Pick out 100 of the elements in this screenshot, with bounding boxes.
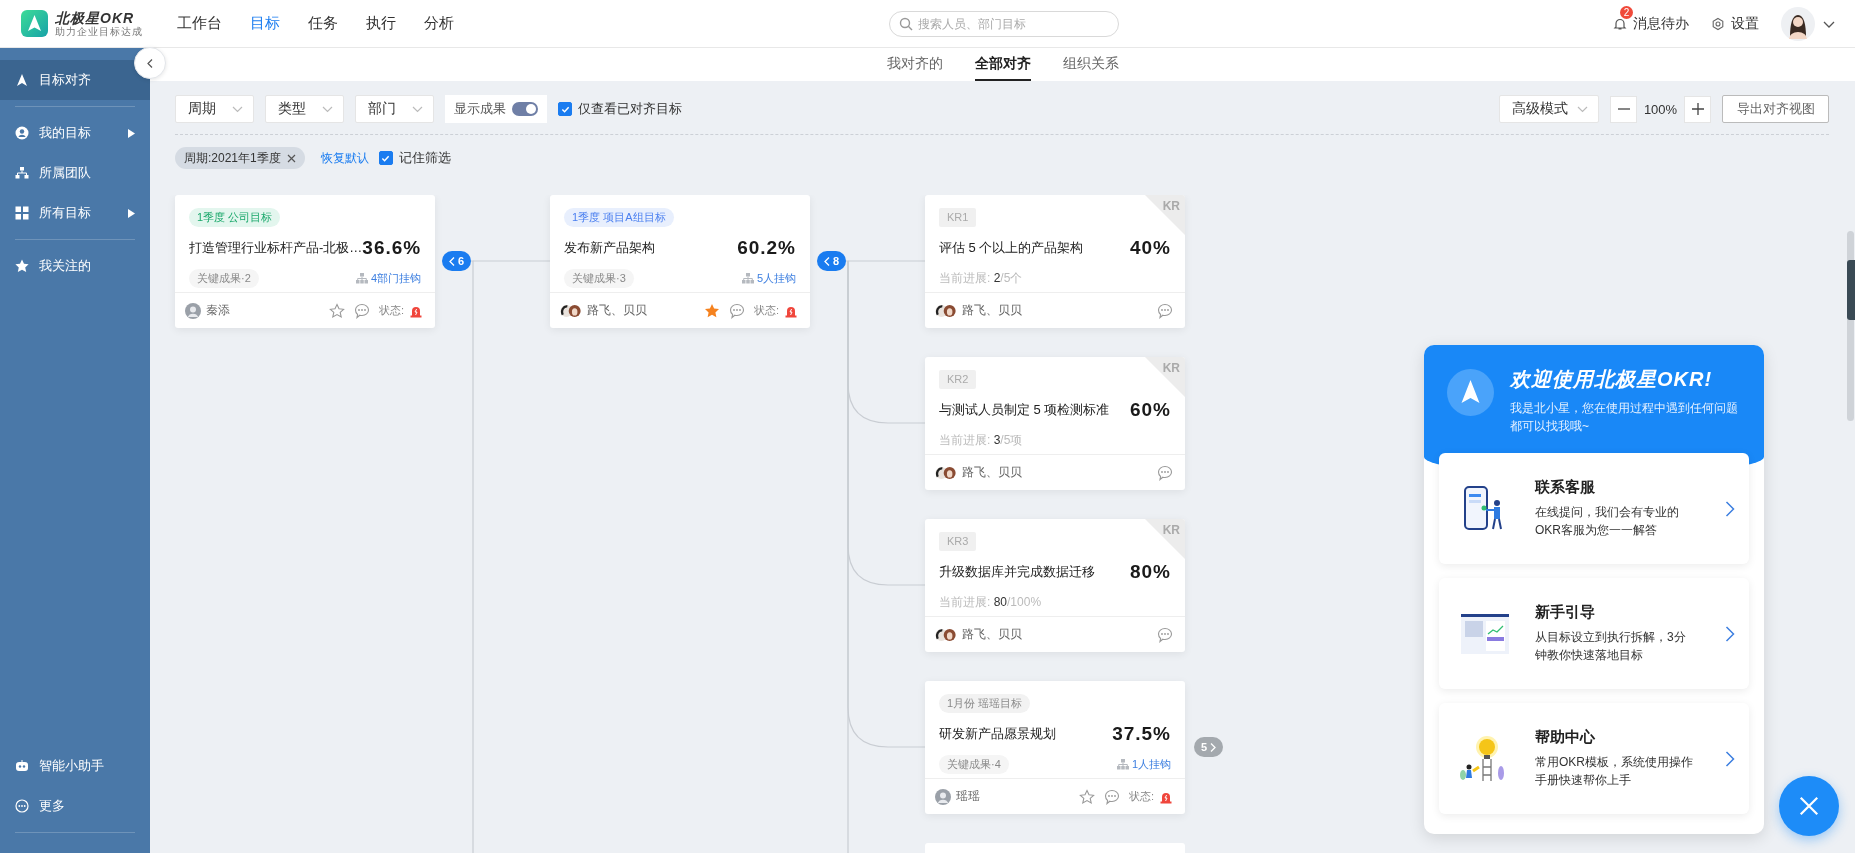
org-chart-icon (741, 272, 754, 284)
help-card[interactable]: 帮助中心 常用OKR模板，系统使用操作手册快速帮你上手 (1439, 703, 1749, 814)
sidebar-item[interactable]: 更多 (0, 786, 150, 826)
key-result-tag: KR3 (939, 532, 977, 551)
settings-icon[interactable] (1711, 16, 1725, 31)
filter-dropdown[interactable]: 周期 (175, 95, 254, 123)
close-icon[interactable] (286, 153, 296, 163)
key-result-card[interactable]: KR KR3 升级数据库并完成数据迁移 80% 当前进展: 80/100% 路飞、贝贝 (925, 519, 1185, 652)
comment-icon[interactable] (1103, 788, 1120, 805)
corner-label: KR (1162, 523, 1180, 537)
mode-dropdown[interactable]: 高级模式 (1499, 95, 1599, 123)
comment-icon[interactable] (1157, 626, 1173, 643)
logo-icon (21, 10, 48, 37)
progress-percent: 37.5% (1112, 723, 1171, 745)
goal-title: 升级数据库并完成数据迁移 (939, 563, 1095, 581)
progress-percent: 36.6% (362, 237, 422, 259)
owner-names: 路飞、贝贝 (587, 302, 647, 319)
star-icon[interactable] (328, 302, 345, 319)
corner-flag (1145, 195, 1185, 235)
sidebar-item[interactable]: 我的目标 (0, 113, 150, 153)
key-result-card[interactable]: KR KR1 评估 5 个以上的产品架构 40% 当前进展: 2/5个 路飞、贝贝 (925, 195, 1185, 328)
bell-icon[interactable] (1613, 16, 1627, 31)
avatar-pair-icon (935, 464, 957, 481)
robot-icon (15, 759, 29, 773)
zoom-out-button[interactable] (1610, 95, 1637, 123)
user-icon (15, 126, 29, 140)
navigation-arrow-icon (15, 73, 29, 87)
avatar-icon (935, 788, 951, 805)
goal-tag: 1季度 公司目标 (189, 208, 281, 227)
notifications-link[interactable]: 消息待办 (1633, 14, 1689, 33)
comment-icon[interactable] (728, 302, 745, 319)
star-icon[interactable] (703, 302, 720, 319)
sidebar-item[interactable]: 目标对齐 (0, 60, 150, 100)
view-tab[interactable]: 我对齐的 (886, 48, 943, 81)
goal-title: 与测试人员制定 5 项检测标准 (939, 401, 1110, 419)
checkmark-icon (560, 104, 570, 114)
sidebar-item[interactable]: 所有目标 (0, 193, 150, 233)
key-result-tag: KR1 (939, 208, 977, 227)
filter-chip[interactable]: 周期:2021年1季度 (175, 147, 305, 169)
key-result-card[interactable]: KR KR2 与测试人员制定 5 项检测标准 60% 当前进展: 3/5项 路飞、贝贝 (925, 357, 1185, 490)
sidebar-item[interactable]: 我关注的 (0, 246, 150, 286)
progress-percent: 60% (1129, 399, 1171, 421)
org-chart-icon (355, 272, 368, 284)
sidebar-item[interactable]: 所属团队 (0, 153, 150, 193)
comment-icon[interactable] (353, 302, 370, 319)
comment-icon[interactable] (1157, 464, 1173, 481)
owner-names: 秦添 (206, 302, 230, 319)
notification-count: 2 (1620, 5, 1633, 19)
chevron-down-icon (1577, 105, 1588, 113)
side-handle[interactable] (1847, 260, 1855, 320)
nav-tab[interactable]: 分析 (424, 14, 454, 33)
more-icon (15, 799, 29, 813)
alignment-link[interactable]: 4部门挂钩 (355, 270, 421, 286)
chevron-left-icon (823, 256, 830, 266)
goal-title: 研发新产品愿景规划 (939, 725, 1056, 743)
brand-name: 北极星OKR (55, 10, 136, 26)
toggle-switch[interactable] (512, 102, 538, 116)
help-description: 在线提问，我们会有专业的OKR客服为您一一解答 (1535, 504, 1680, 539)
zoom-in-button[interactable] (1684, 95, 1711, 123)
avatar-icon[interactable] (1781, 6, 1815, 41)
search-field[interactable]: 搜索人员、部门目标 (888, 10, 1119, 37)
export-button[interactable]: 导出对齐视图 (1722, 95, 1829, 123)
zoom-level: 100% (1642, 101, 1679, 117)
checkbox[interactable] (558, 102, 572, 116)
corner-label: KR (1162, 199, 1180, 213)
org-chart-icon (15, 166, 29, 180)
filter-dropdown[interactable]: 部门 (355, 95, 434, 123)
star-icon[interactable] (1078, 788, 1095, 805)
help-card[interactable]: 新手引导 从目标设立到执行拆解，3分钟教你快速落地目标 (1439, 578, 1749, 689)
sidebar-item[interactable]: 智能小助手 (0, 746, 150, 786)
corner-label: KR (1162, 361, 1180, 375)
key-result-count: 关键成果·4 (939, 754, 1009, 774)
settings-link[interactable]: 设置 (1731, 14, 1759, 33)
nav-tab[interactable]: 目标 (250, 14, 280, 33)
children-toggle[interactable]: 8 (816, 251, 846, 271)
nav-tab[interactable]: 工作台 (177, 14, 222, 33)
comment-icon[interactable] (1157, 302, 1173, 319)
nav-tab[interactable]: 执行 (366, 14, 396, 33)
checkbox-label: 记住筛选 (398, 149, 451, 167)
alignment-link[interactable]: 1人挂钩 (1116, 756, 1171, 772)
chevron-down-icon (232, 105, 243, 113)
alignment-link[interactable]: 5人挂钩 (741, 270, 796, 286)
corner-flag (1145, 357, 1185, 397)
goal-title: 打造管理行业标杆产品-北极… (189, 239, 363, 257)
goal-title: 评估 5 个以上的产品架构 (939, 239, 1084, 257)
view-tab[interactable]: 全部对齐 (974, 48, 1031, 81)
toggle-label: 显示成果 (454, 100, 506, 118)
goal-tag: 1季度 项目A组目标 (564, 208, 674, 227)
avatar-pair-icon (560, 302, 582, 319)
view-tab[interactable]: 组织关系 (1062, 48, 1119, 81)
nav-tab[interactable]: 任务 (308, 14, 338, 33)
panel-title: 欢迎使用北极星OKR! (1510, 367, 1714, 392)
help-card[interactable]: 联系客服 在线提问，我们会有专业的OKR客服为您一一解答 (1439, 453, 1749, 564)
chevron-right-icon (1210, 742, 1216, 752)
plus-icon (1690, 102, 1705, 116)
checkbox[interactable] (378, 151, 393, 165)
children-toggle[interactable]: 6 (441, 251, 471, 271)
reset-link[interactable]: 恢复默认 (320, 149, 369, 167)
chevron-left-icon (147, 58, 153, 68)
filter-dropdown[interactable]: 类型 (265, 95, 344, 123)
